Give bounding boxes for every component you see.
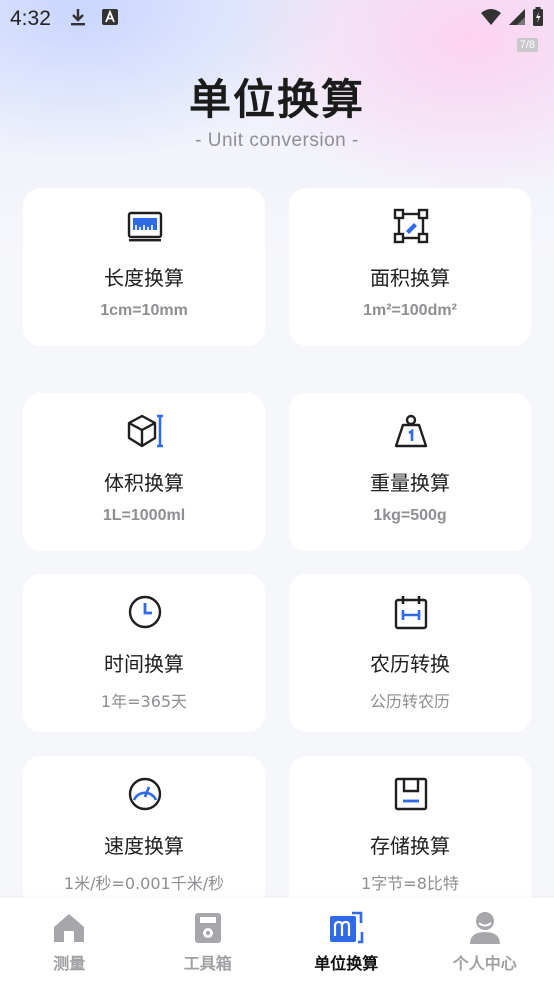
weight-icon <box>393 413 429 449</box>
download-icon <box>69 7 87 31</box>
battery-icon <box>532 7 544 31</box>
card-title: 速度换算 <box>104 834 184 858</box>
page-subtitle: - Unit conversion - <box>195 130 359 151</box>
card-title: 时间换算 <box>104 652 184 676</box>
card-storage-conversion[interactable]: 存储换算 1字节=8比特 <box>289 756 531 914</box>
signal-icon <box>508 8 526 30</box>
tab-label: 个人中心 <box>452 954 517 973</box>
unit-conversion-icon <box>328 910 364 946</box>
card-subtitle: 1kg=500g <box>373 507 447 524</box>
header: 单位换算 - Unit conversion - <box>0 72 554 152</box>
ruler-icon <box>127 208 163 244</box>
cube-icon <box>127 413 163 449</box>
tab-unit-conversion[interactable]: 单位换算 <box>277 898 416 984</box>
card-subtitle: 1cm=10mm <box>100 302 188 319</box>
card-length-conversion[interactable]: 长度换算 1cm=10mm <box>23 188 265 346</box>
clock-icon <box>127 594 163 630</box>
tab-measure[interactable]: 测量 <box>0 898 139 984</box>
toolbox-icon <box>190 910 226 946</box>
card-volume-conversion[interactable]: 体积换算 1L=1000ml <box>23 393 265 551</box>
speedometer-icon <box>127 776 163 812</box>
card-subtitle: 1L=1000ml <box>102 507 186 524</box>
user-icon <box>467 910 503 946</box>
card-title: 农历转换 <box>370 652 450 676</box>
card-area-conversion[interactable]: 面积换算 1m²=100dm² <box>289 188 531 346</box>
card-lunar-conversion[interactable]: 农历转换 公历转农历 <box>289 574 531 732</box>
home-icon <box>51 910 87 946</box>
tab-label: 单位换算 <box>314 954 379 973</box>
tab-profile[interactable]: 个人中心 <box>416 898 554 984</box>
card-title: 面积换算 <box>370 266 450 290</box>
status-time: 4:32 <box>10 7 51 30</box>
card-subtitle: 公历转农历 <box>369 692 450 711</box>
card-title: 重量换算 <box>370 471 450 495</box>
floppy-disk-icon <box>393 776 429 812</box>
area-icon <box>393 208 429 244</box>
bottom-tab-bar: 测量 工具箱 单位换算 个人中心 <box>0 898 554 984</box>
card-subtitle: 1米/秒=0.001千米/秒 <box>63 874 225 893</box>
fps-badge: 7/8 <box>516 38 538 52</box>
calendar-icon <box>393 594 429 630</box>
card-title: 存储换算 <box>370 834 450 858</box>
tab-label: 测量 <box>53 954 86 973</box>
page-title: 单位换算 <box>188 75 365 124</box>
status-bar: 4:32 <box>0 0 554 38</box>
wifi-icon <box>480 8 502 30</box>
card-weight-conversion[interactable]: 重量换算 1kg=500g <box>289 393 531 551</box>
tab-label: 工具箱 <box>183 954 232 973</box>
card-title: 体积换算 <box>104 471 184 495</box>
card-subtitle: 1字节=8比特 <box>361 874 459 893</box>
card-subtitle: 1年=365天 <box>100 692 188 711</box>
card-time-conversion[interactable]: 时间换算 1年=365天 <box>23 574 265 732</box>
a-letter-icon <box>101 8 119 30</box>
card-speed-conversion[interactable]: 速度换算 1米/秒=0.001千米/秒 <box>23 756 265 914</box>
card-title: 长度换算 <box>104 266 184 290</box>
card-subtitle: 1m²=100dm² <box>363 302 457 319</box>
tab-toolbox[interactable]: 工具箱 <box>139 898 278 984</box>
